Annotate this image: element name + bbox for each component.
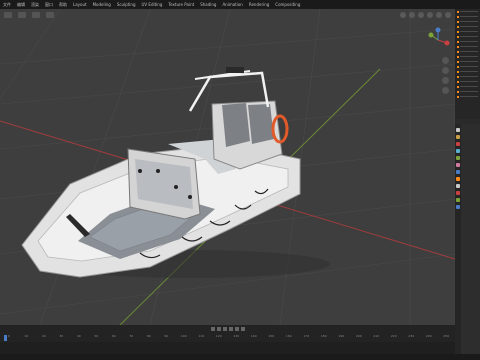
workspace-tab-rendering[interactable]: Rendering: [249, 2, 269, 7]
current-frame-marker[interactable]: [4, 335, 7, 341]
property-row[interactable]: [461, 220, 480, 226]
properties-tab-icon[interactable]: [456, 170, 460, 174]
properties-tab-icon[interactable]: [456, 156, 460, 160]
properties-tab-icon[interactable]: [456, 177, 460, 181]
timeline-frame-label: 90: [164, 334, 169, 338]
editor-type-button[interactable]: [4, 11, 12, 18]
properties-tab-icon[interactable]: [456, 142, 460, 146]
z-axis-icon: [435, 27, 441, 33]
properties-tab-icon[interactable]: [456, 191, 460, 195]
properties-editor: [455, 124, 480, 354]
view-mode-button[interactable]: [18, 11, 26, 18]
properties-tab-icon[interactable]: [456, 149, 460, 153]
workspace-tab-compositing[interactable]: Compositing: [275, 2, 300, 7]
workspace-tab-uv-editing[interactable]: UV Editing: [142, 2, 163, 7]
rendered-shading-icon[interactable]: [445, 11, 451, 18]
viewport-scene: [0, 9, 455, 325]
properties-list: [461, 124, 480, 354]
timeline-frame-label: 150: [268, 334, 275, 338]
timeline-frame-label: 180: [320, 334, 327, 338]
pan-icon[interactable]: [442, 67, 449, 74]
workspace-tab-texture-paint[interactable]: Texture Paint: [168, 2, 194, 7]
properties-tab-icon[interactable]: [456, 135, 460, 139]
workspace-tab-animation[interactable]: Animation: [222, 2, 242, 7]
3d-viewport[interactable]: [0, 9, 455, 325]
viewport-nav-buttons: [442, 57, 449, 94]
timeline-frame-label: 20: [41, 334, 46, 338]
jump-end-icon[interactable]: [240, 327, 245, 331]
workspace-tab-shading[interactable]: Shading: [200, 2, 216, 7]
timeline-frame-label: 30: [59, 334, 64, 338]
timeline-frame-label: 170: [303, 334, 310, 338]
material-shading-icon[interactable]: [436, 11, 442, 18]
workspace-tab-sculpting[interactable]: Sculpting: [117, 2, 136, 7]
status-bar: [0, 354, 480, 360]
top-menu-bar: 文件 编辑 渲染 窗口 帮助 Layout Modeling Sculpting…: [0, 0, 480, 9]
outliner[interactable]: [455, 9, 480, 119]
transform-orientation-button[interactable]: [46, 11, 54, 18]
timeline-frame-label: 240: [425, 334, 432, 338]
y-axis-icon: [428, 32, 434, 38]
play-icon[interactable]: [228, 327, 233, 331]
zoom-icon[interactable]: [442, 57, 449, 64]
menu-item-file[interactable]: 文件: [3, 2, 11, 8]
next-keyframe-icon[interactable]: [234, 327, 239, 331]
timeline-frame-label: 60: [111, 334, 116, 338]
perspective-toggle-icon[interactable]: [442, 87, 449, 94]
prev-keyframe-icon[interactable]: [216, 327, 221, 331]
xray-icon[interactable]: [418, 11, 424, 18]
workspace-tab-layout[interactable]: Layout: [73, 2, 87, 7]
workspace-tab-modeling[interactable]: Modeling: [93, 2, 111, 7]
timeline-frame-label: 10: [24, 334, 29, 338]
timeline-frame-label: 100: [180, 334, 187, 338]
navigation-gizmo[interactable]: [425, 27, 451, 53]
timeline-frame-label: 140: [250, 334, 257, 338]
timeline-frame-label: 160: [285, 334, 292, 338]
boat-model: [21, 67, 330, 278]
outliner-row[interactable]: [455, 94, 480, 99]
menu-item-help[interactable]: 帮助: [59, 2, 67, 8]
play-reverse-icon[interactable]: [222, 327, 227, 331]
timeline-frame-label: 190: [338, 334, 345, 338]
overlay-icon[interactable]: [409, 11, 415, 18]
menu-item-render[interactable]: 渲染: [31, 2, 39, 8]
x-axis-icon: [444, 40, 450, 46]
timeline-ruler[interactable]: 0 10 20 30 40 50 60 70 80 90 100 110 120 130 140 150 160…: [0, 334, 455, 341]
timeline-frame-label: 250: [443, 334, 450, 338]
timeline-frame-label: 200: [355, 334, 362, 338]
timeline-frame-label: 50: [94, 334, 99, 338]
visibility-icon[interactable]: [400, 11, 406, 18]
timeline-frame-label: 210: [373, 334, 380, 338]
timeline-frame-label: 80: [146, 334, 151, 338]
menu-item-edit[interactable]: 编辑: [17, 2, 25, 8]
camera-view-icon[interactable]: [442, 77, 449, 84]
right-panel: [455, 9, 480, 360]
playback-controls: [0, 325, 455, 333]
timeline-frame-label: 110: [198, 334, 205, 338]
timeline-frame-label: 120: [215, 334, 222, 338]
timeline-frame-label: 130: [233, 334, 240, 338]
properties-tab-icon[interactable]: [456, 184, 460, 188]
solid-shading-icon[interactable]: [427, 11, 433, 18]
timeline-frame-label: 220: [390, 334, 397, 338]
select-mode-button[interactable]: [32, 11, 40, 18]
timeline-frame-label: 230: [408, 334, 415, 338]
timeline-frame-label: 40: [76, 334, 81, 338]
properties-tab-icon[interactable]: [456, 128, 460, 132]
properties-tab-icon[interactable]: [456, 205, 460, 209]
timeline-frame-label: 0: [7, 334, 10, 338]
jump-start-icon[interactable]: [210, 327, 215, 331]
properties-tab-icon[interactable]: [456, 198, 460, 202]
timeline-frame-label: 70: [129, 334, 134, 338]
properties-tab-icon[interactable]: [456, 163, 460, 167]
menu-item-window[interactable]: 窗口: [45, 2, 53, 8]
viewport-header: [0, 9, 455, 20]
